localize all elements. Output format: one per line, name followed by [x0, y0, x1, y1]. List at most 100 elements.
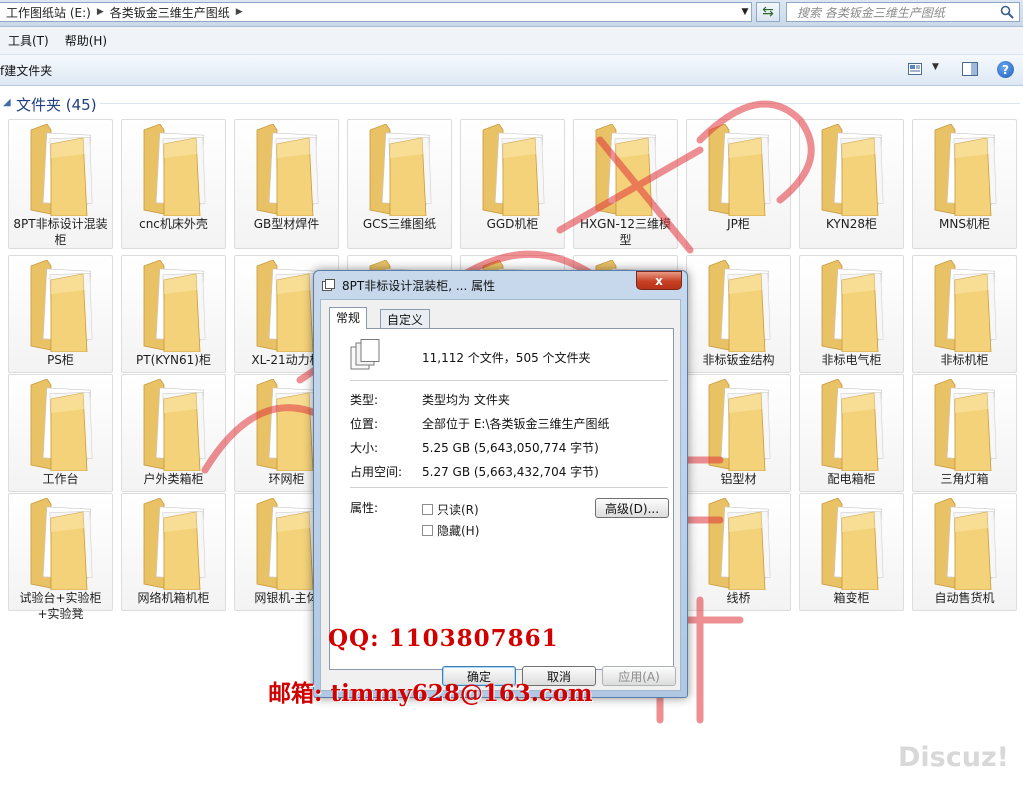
- folder-label: 箱变柜: [833, 591, 870, 605]
- email-overlay-text: 邮箱: timmy628@163.com: [268, 680, 593, 707]
- hidden-checkbox[interactable]: 隐藏(H): [422, 522, 479, 539]
- folder-label: 非标电气柜: [821, 353, 882, 367]
- folder-label: cnc机床外壳: [139, 217, 208, 231]
- folder-item[interactable]: PS柜: [8, 255, 113, 373]
- folder-item[interactable]: GB型材焊件: [234, 119, 339, 249]
- folder-label: KYN28柜: [825, 217, 878, 231]
- folder-label: 铝型材: [720, 472, 757, 486]
- folder-icon: [934, 379, 997, 471]
- readonly-label: 只读(R): [437, 503, 479, 517]
- multiple-files-icon: [350, 339, 380, 370]
- checkbox-box[interactable]: [422, 525, 433, 536]
- folder-properties-icon: [322, 279, 335, 291]
- folder-label: PT(KYN61)柜: [136, 353, 211, 367]
- folder-item[interactable]: PT(KYN61)柜: [121, 255, 226, 373]
- dialog-title: 8PT非标设计混装柜, ... 属性: [342, 279, 496, 293]
- folder-label: HXGN-12三维模型: [579, 217, 672, 247]
- location-label: 位置:: [350, 417, 379, 431]
- close-button[interactable]: x: [636, 271, 682, 290]
- folder-icon: [256, 124, 319, 216]
- disk-size-label: 占用空间:: [350, 465, 403, 479]
- tab-custom[interactable]: 自定义: [380, 309, 431, 328]
- folder-icon: [708, 498, 771, 590]
- type-label: 类型:: [350, 393, 379, 407]
- qq-overlay-text: QQ: 1103807861: [328, 625, 559, 652]
- type-value: 类型均为 文件夹: [422, 393, 510, 407]
- folder-item[interactable]: MNS机柜: [912, 119, 1017, 249]
- apply-button[interactable]: 应用(A): [602, 666, 676, 686]
- folder-icon: [708, 379, 771, 471]
- folder-item[interactable]: 箱变柜: [799, 493, 904, 611]
- folder-item[interactable]: GCS三维图纸: [347, 119, 452, 249]
- folder-label: 户外类箱柜: [143, 472, 204, 486]
- folder-icon: [708, 124, 771, 216]
- folder-icon: [143, 379, 206, 471]
- folder-icon: [369, 124, 432, 216]
- folder-item[interactable]: HXGN-12三维模型: [573, 119, 678, 249]
- folder-item[interactable]: 铝型材: [686, 374, 791, 492]
- folder-icon: [821, 379, 884, 471]
- folder-label: 试验台+实验柜+实验凳: [19, 591, 102, 621]
- folder-item[interactable]: 工作台: [8, 374, 113, 492]
- folder-label: PS柜: [47, 353, 74, 367]
- folder-icon: [30, 124, 93, 216]
- folder-icon: [30, 379, 93, 471]
- separator: [350, 380, 668, 381]
- readonly-checkbox[interactable]: 只读(R): [422, 501, 479, 518]
- attributes-label: 属性:: [350, 501, 379, 515]
- summary-text: 11,112 个文件，505 个文件夹: [422, 351, 591, 365]
- folder-icon: [934, 498, 997, 590]
- folder-icon: [143, 498, 206, 590]
- folder-item[interactable]: cnc机床外壳: [121, 119, 226, 249]
- folder-item[interactable]: 线桥: [686, 493, 791, 611]
- folder-icon: [821, 498, 884, 590]
- folder-label: 网络机箱机柜: [137, 591, 210, 605]
- folder-label: GGD机柜: [486, 217, 539, 231]
- folder-item[interactable]: 配电箱柜: [799, 374, 904, 492]
- close-icon: x: [655, 273, 663, 288]
- folder-label: 配电箱柜: [827, 472, 876, 486]
- folder-icon: [30, 498, 93, 590]
- folder-item[interactable]: 户外类箱柜: [121, 374, 226, 492]
- folder-item[interactable]: JP柜: [686, 119, 791, 249]
- folder-item[interactable]: KYN28柜: [799, 119, 904, 249]
- tab-panel-general: 11,112 个文件，505 个文件夹 类型: 类型均为 文件夹 位置: 全部位…: [329, 328, 674, 670]
- folder-item[interactable]: 自动售货机: [912, 493, 1017, 611]
- size-value: 5.25 GB (5,643,050,774 字节): [422, 441, 599, 455]
- location-value: 全部位于 E:\各类钣金三维生产图纸: [422, 417, 610, 431]
- advanced-button[interactable]: 高级(D)...: [595, 498, 669, 518]
- folder-icon: [821, 124, 884, 216]
- folder-icon: [30, 260, 93, 352]
- folder-item[interactable]: 8PT非标设计混装柜: [8, 119, 113, 249]
- folder-icon: [934, 124, 997, 216]
- folder-icon: [595, 124, 658, 216]
- folder-icon: [143, 124, 206, 216]
- tab-general[interactable]: 常规: [329, 307, 368, 329]
- folder-icon: [821, 260, 884, 352]
- folder-label: 非标钣金结构: [702, 353, 775, 367]
- folder-item[interactable]: GGD机柜: [460, 119, 565, 249]
- folder-item[interactable]: 非标机柜: [912, 255, 1017, 373]
- size-label: 大小:: [350, 441, 379, 455]
- folder-item[interactable]: 三角灯箱: [912, 374, 1017, 492]
- folder-icon: [934, 260, 997, 352]
- folder-label: GB型材焊件: [253, 217, 320, 231]
- folder-item[interactable]: 试验台+实验柜+实验凳: [8, 493, 113, 621]
- folder-label: JP柜: [727, 217, 750, 231]
- folder-item[interactable]: 非标钣金结构: [686, 255, 791, 373]
- folder-label: 工作台: [42, 472, 79, 486]
- folder-label: GCS三维图纸: [362, 217, 437, 231]
- folder-icon: [482, 124, 545, 216]
- folder-label: 线桥: [726, 591, 751, 605]
- separator: [350, 487, 668, 488]
- checkbox-box[interactable]: [422, 504, 433, 515]
- hidden-label: 隐藏(H): [437, 524, 480, 538]
- folder-label: 8PT非标设计混装柜: [13, 217, 108, 247]
- folder-item[interactable]: 网络机箱机柜: [121, 493, 226, 611]
- discuz-logo: Discuz!: [898, 742, 1009, 773]
- folder-label: 三角灯箱: [940, 472, 989, 486]
- folder-label: 自动售货机: [934, 591, 995, 605]
- folder-label: MNS机柜: [939, 217, 990, 231]
- folder-item[interactable]: 非标电气柜: [799, 255, 904, 373]
- folder-icon: [708, 260, 771, 352]
